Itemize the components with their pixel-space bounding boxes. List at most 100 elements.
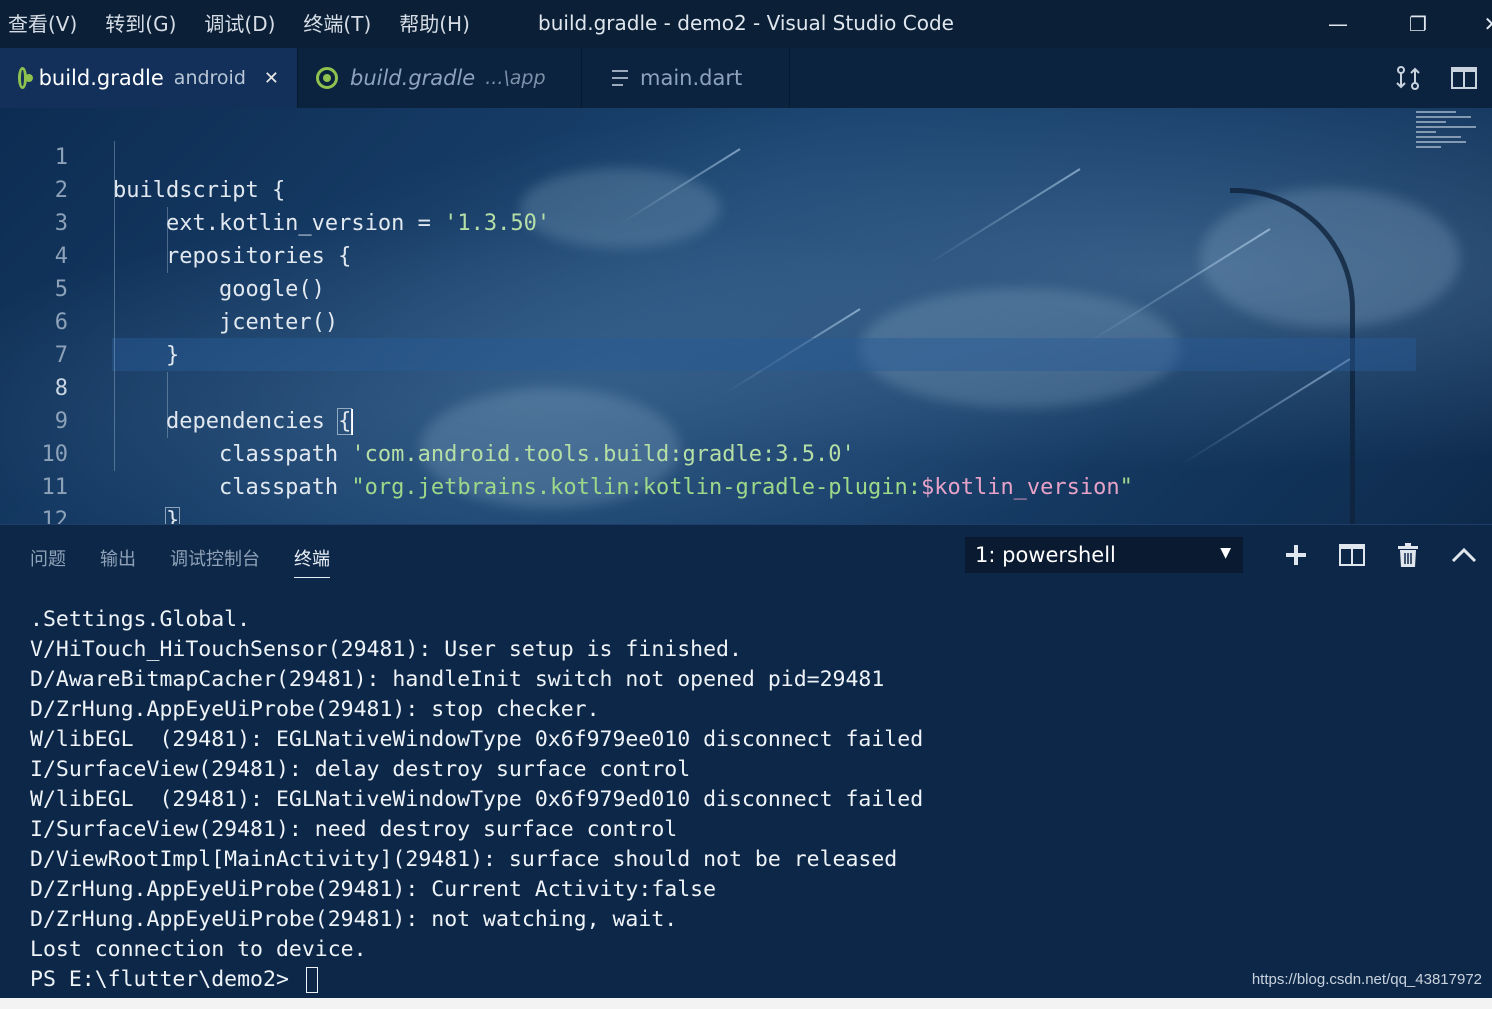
code-line: 1 buildscript { [0,108,285,203]
terminal-line: I/SurfaceView(29481): need destroy surfa… [30,817,678,842]
code-text: buildscript { [113,178,286,203]
bottom-panel: 问题 输出 调试控制台 终端 1: powershell ▼ .Settings… [0,524,1492,999]
string-token: 'com.android.tools.build:gradle:3.5.0' [351,442,855,467]
watermark: https://blog.csdn.net/qq_43817972 [1251,971,1482,988]
gradle-icon [316,67,338,89]
menu-debug[interactable]: 调试(D) [190,0,289,48]
kill-terminal-button[interactable] [1380,535,1436,575]
gradle-icon [18,67,33,89]
bracket-match: } [164,507,181,524]
restore-icon: ❐ [1409,12,1427,36]
restore-button[interactable]: ❐ [1388,0,1448,48]
tab-build-gradle-app[interactable]: build.gradle ...\app [298,48,582,108]
file-lines-icon [612,70,628,86]
terminal-line: W/libEGL (29481): EGLNativeWindowType 0x… [30,787,924,812]
code-token: ext.kotlin_version = [113,211,445,236]
code-text: repositories { [113,244,352,269]
code-line: 13 [0,504,79,524]
tab-output[interactable]: 输出 [100,545,136,578]
code-text: ext.kotlin_version = '1.3.50' [113,207,550,240]
terminal-line: V/HiTouch_HiTouchSensor(29481): User set… [30,637,742,662]
code-token: classpath [113,442,352,467]
code-text: google() [113,277,325,302]
terminal-line: D/ZrHung.AppEyeUiProbe(29481): not watch… [30,907,678,932]
background-streak [926,168,1081,266]
open-changes-button[interactable] [1380,48,1436,108]
split-terminal-button[interactable] [1324,535,1380,575]
status-strip [0,998,1492,1009]
terminal-line: Lost connection to device. [30,937,367,962]
split-editor-icon [1451,67,1477,89]
terminal-output[interactable]: .Settings.Global. V/HiTouch_HiTouchSenso… [30,605,923,995]
minimize-button[interactable]: — [1308,0,1368,48]
code-line: 2 ext.kotlin_version = '1.3.50' [0,141,550,236]
code-editor[interactable]: 1 buildscript { 2 ext.kotlin_version = '… [0,108,1492,524]
code-line: 11 } [0,438,181,524]
tab-label: main.dart [640,66,743,90]
string-token: "org.jetbrains.kotlin:kotlin-gradle-plug… [351,475,921,500]
menu-terminal[interactable]: 终端(T) [289,0,385,48]
minimap[interactable] [1416,108,1492,188]
code-text: } [113,504,181,524]
close-tab-icon[interactable]: ✕ [264,68,279,89]
editor-tab-bar: build.gradle android ✕ build.gradle ...\… [0,48,1492,108]
terminal-line: D/ZrHung.AppEyeUiProbe(29481): stop chec… [30,697,600,722]
terminal-line: D/ZrHung.AppEyeUiProbe(29481): Current A… [30,877,717,902]
menu-bar: 查看(V) 转到(G) 调试(D) 终端(T) 帮助(H) [0,0,484,48]
terminal-prompt-line[interactable]: PS E:\flutter\demo2> [30,965,923,995]
split-terminal-icon [1339,544,1365,566]
code-line: 4 google() [0,207,325,302]
compare-changes-icon [1396,66,1420,90]
tab-main-dart[interactable]: main.dart [582,48,790,108]
trash-icon [1398,543,1418,567]
terminal-line: D/AwareBitmapCacher(29481): handleInit s… [30,667,885,692]
chevron-up-icon [1451,547,1477,563]
menu-goto[interactable]: 转到(G) [91,0,190,48]
code-token: dependencies [113,409,339,434]
tab-terminal[interactable]: 终端 [294,545,330,578]
code-token: classpath [113,475,352,500]
close-icon: ✕ [1483,12,1492,36]
tab-problems[interactable]: 问题 [30,545,66,578]
close-window-button[interactable]: ✕ [1462,0,1492,48]
code-text: } [113,343,180,368]
variable-token: $kotlin_version [920,475,1120,500]
terminal-line: W/libEGL (29481): EGLNativeWindowType 0x… [30,727,924,752]
panel-tabs: 问题 输出 调试控制台 终端 [30,545,364,578]
code-text: dependencies { [113,405,354,438]
code-line: 9 classpath 'com.android.tools.build:gra… [0,372,855,467]
split-editor-button[interactable] [1436,48,1492,108]
code-text: jcenter() [113,310,339,335]
plus-icon [1286,545,1306,565]
new-terminal-button[interactable] [1268,535,1324,575]
code-line: 7 [0,306,79,368]
code-text: classpath 'com.android.tools.build:gradl… [113,438,855,471]
terminal-line: I/SurfaceView(29481): delay destroy surf… [30,757,691,782]
title-bar: 查看(V) 转到(G) 调试(D) 终端(T) 帮助(H) build.grad… [0,0,1492,48]
terminal-select[interactable]: 1: powershell ▼ [965,537,1243,573]
bracket-match: { [337,408,353,435]
current-line-highlight [112,338,1416,371]
terminal-select-value: 1: powershell [975,543,1116,567]
code-line: 3 repositories { [0,174,352,269]
tab-description: android [173,67,246,89]
code-line: 5 jcenter() [0,240,338,335]
panel-actions [1268,535,1492,575]
string-token: '1.3.50' [444,211,551,236]
terminal-prompt: PS E:\flutter\demo2> [30,967,302,992]
code-text: classpath "org.jetbrains.kotlin:kotlin-g… [113,471,1133,504]
terminal-line: D/ViewRootImpl[MainActivity](29481): sur… [30,847,898,872]
code-line: 10 classpath "org.jetbrains.kotlin:kotli… [0,405,1133,500]
tab-build-gradle-android[interactable]: build.gradle android ✕ [0,48,298,108]
maximize-panel-button[interactable] [1436,535,1492,575]
terminal-cursor [305,967,318,993]
dropdown-arrow-icon: ▼ [1220,545,1231,561]
tab-debug-console[interactable]: 调试控制台 [170,545,260,578]
code-line: 6 } [0,273,179,368]
editor-actions [1380,48,1492,108]
menu-help[interactable]: 帮助(H) [385,0,484,48]
code-line: 8 dependencies { [0,339,354,435]
menu-view[interactable]: 查看(V) [0,0,91,48]
tab-label: build.gradle [38,66,164,90]
